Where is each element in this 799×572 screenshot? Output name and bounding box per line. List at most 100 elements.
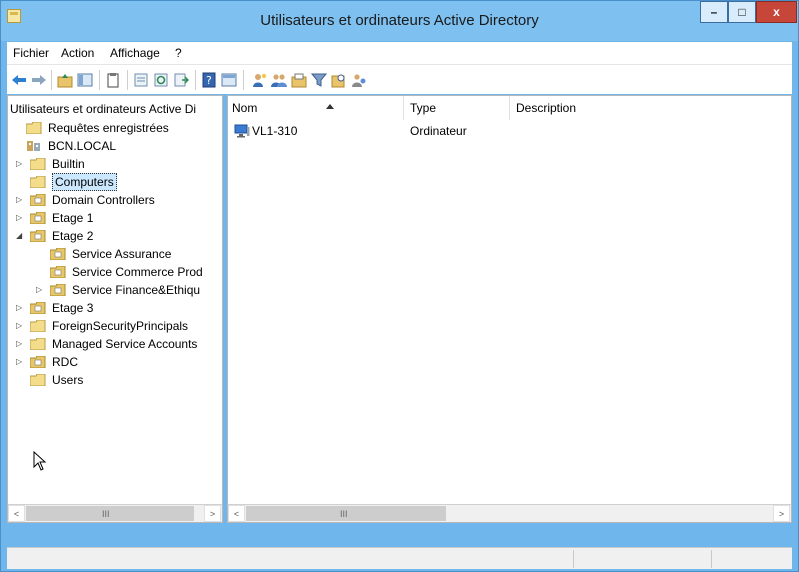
new-user-icon[interactable] [251, 72, 267, 88]
menu-affichage[interactable]: Affichage [110, 46, 160, 60]
row-name: VL1-310 [252, 124, 298, 138]
folder-icon [30, 338, 46, 350]
tree-item-label: Users [52, 373, 84, 387]
menu-action[interactable]: Action [61, 46, 94, 60]
refresh-icon[interactable] [153, 72, 169, 88]
menu-bar: Fichier Action Affichage ? [7, 42, 792, 64]
tree-expander[interactable]: ◢ [16, 227, 24, 245]
details-pane[interactable]: Nom Type Description VL1-310 Ordinateur … [227, 95, 792, 523]
scroll-grip: III [340, 509, 348, 519]
tree-expander[interactable]: ▷ [16, 299, 24, 317]
help-icon[interactable]: ? [201, 72, 217, 88]
ou-icon [30, 356, 46, 368]
tree-expander[interactable] [36, 245, 44, 263]
scroll-right-button[interactable]: > [773, 505, 790, 522]
scroll-grip: III [102, 509, 110, 519]
mouse-pointer-icon [33, 451, 47, 471]
tree-expander[interactable] [12, 137, 20, 155]
menu-help[interactable]: ? [175, 46, 182, 60]
ou-icon [30, 194, 46, 206]
tree-item-label: ForeignSecurityPrincipals [52, 319, 189, 333]
tree-expander[interactable]: ▷ [16, 353, 24, 371]
tree-root-label: Utilisateurs et ordinateurs Active Di [10, 102, 197, 116]
ou-icon [50, 248, 66, 260]
scroll-left-button[interactable]: < [8, 505, 25, 522]
toolbar-separator [51, 70, 52, 90]
ou-icon [30, 302, 46, 314]
tree-item-label: Service Finance&Ethiqu [72, 283, 201, 297]
tree-item-label: Managed Service Accounts [52, 337, 198, 351]
back-arrow-icon[interactable] [11, 72, 27, 88]
maximize-button[interactable]: □ [728, 1, 756, 23]
close-button[interactable]: x [756, 1, 797, 23]
tree-expander[interactable]: ▷ [16, 317, 24, 335]
new-ou-icon[interactable] [291, 72, 307, 88]
tree-horizontal-scrollbar[interactable]: < III > [8, 504, 222, 522]
filter-icon[interactable] [311, 72, 327, 88]
tree-expander[interactable]: ▷ [16, 155, 24, 173]
domain-icon [27, 141, 40, 151]
folder-icon [30, 320, 46, 332]
forward-arrow-icon[interactable] [31, 72, 47, 88]
list-horizontal-scrollbar[interactable]: < III > [228, 504, 791, 522]
export-list-icon[interactable] [173, 72, 189, 88]
sort-ascending-icon [326, 104, 334, 109]
folder-icon [26, 122, 42, 134]
column-header-label: Description [516, 101, 577, 115]
table-row[interactable]: VL1-310 Ordinateur [228, 122, 791, 140]
tree-expander[interactable] [16, 173, 24, 191]
tree-item-label: Builtin [52, 157, 85, 171]
tree-item-label: Etage 2 [52, 229, 94, 243]
tree-expander[interactable] [36, 263, 44, 281]
status-segment [573, 550, 711, 568]
tree-expander[interactable] [12, 119, 20, 137]
app-window: Utilisateurs et ordinateurs Active Direc… [0, 0, 799, 572]
tree-expander[interactable]: ▷ [16, 209, 24, 227]
tree-item-label: Etage 3 [52, 301, 94, 315]
scroll-right-button[interactable]: > [204, 505, 221, 522]
properties-icon[interactable] [133, 72, 149, 88]
column-header-description[interactable]: Description [512, 96, 791, 120]
ou-icon [50, 266, 66, 278]
toolbar: ? [7, 64, 792, 94]
tree-item-label: Domain Controllers [52, 193, 155, 207]
ou-icon [30, 230, 46, 242]
minimize-button[interactable]: – [700, 1, 728, 23]
computer-icon [234, 124, 250, 138]
folder-icon [30, 176, 46, 188]
scroll-thumb[interactable] [26, 506, 194, 521]
console-icon[interactable] [221, 72, 237, 88]
tree-expander[interactable]: ▷ [16, 191, 24, 209]
folder-icon [30, 374, 46, 386]
column-header-type[interactable]: Type [406, 96, 510, 120]
tree-expander[interactable]: ▷ [16, 335, 24, 353]
window-title: Utilisateurs et ordinateurs Active Direc… [260, 12, 539, 29]
delegate-icon[interactable] [351, 72, 367, 88]
tree-expander[interactable] [16, 371, 24, 389]
toolbar-separator [99, 70, 100, 90]
title-bar[interactable]: Utilisateurs et ordinateurs Active Direc… [1, 1, 798, 41]
tree-item-label: Service Assurance [72, 247, 172, 261]
status-segment [711, 550, 791, 568]
row-type: Ordinateur [410, 124, 467, 138]
tree-item-label: Requêtes enregistrées [48, 121, 169, 135]
up-folder-icon[interactable] [57, 72, 73, 88]
column-header-nom[interactable]: Nom [232, 96, 404, 120]
find-icon[interactable] [331, 72, 347, 88]
show-tree-icon[interactable] [77, 72, 93, 88]
folder-icon [30, 158, 46, 170]
tree-item-label: RDC [52, 355, 78, 369]
tree-item-label: BCN.LOCAL [48, 139, 117, 153]
status-bar [7, 547, 792, 569]
toolbar-separator [195, 70, 196, 90]
menu-fichier[interactable]: Fichier [13, 46, 49, 60]
toolbar-separator [243, 70, 244, 90]
tree-item-label: Computers [52, 173, 117, 191]
clipboard-icon[interactable] [105, 72, 121, 88]
tree-item-label: Service Commerce Prod [72, 265, 203, 279]
svg-text:?: ? [206, 74, 212, 87]
new-group-icon[interactable] [271, 72, 287, 88]
scroll-left-button[interactable]: < [228, 505, 245, 522]
tree-expander[interactable]: ▷ [36, 281, 44, 299]
ou-icon [30, 212, 46, 224]
